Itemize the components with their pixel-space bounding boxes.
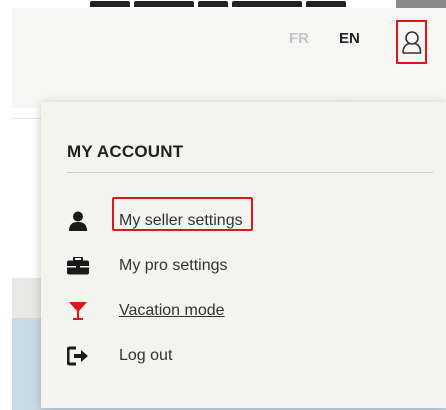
dropdown-title: MY ACCOUNT (67, 142, 184, 161)
menu-item-vacation-mode[interactable]: Vacation mode (41, 296, 421, 326)
cocktail-icon (67, 300, 89, 322)
page-left-edge (0, 0, 12, 410)
language-fr[interactable]: FR (289, 30, 309, 47)
top-strip (0, 0, 446, 8)
dropdown-caret (334, 92, 354, 102)
briefcase-icon (67, 255, 89, 277)
header-bar (12, 8, 446, 108)
menu-item-label: Log out (119, 347, 173, 364)
user-icon (401, 31, 421, 54)
clipped-header-text (90, 0, 380, 7)
dropdown-divider (67, 172, 433, 173)
logout-icon (67, 345, 89, 367)
menu-item-log-out[interactable]: Log out (41, 341, 421, 371)
account-dropdown: MY ACCOUNT My seller settings My pro set… (41, 102, 446, 408)
highlight-box (112, 197, 253, 231)
menu-item-label: My pro settings (119, 257, 228, 274)
menu-item-label: Vacation mode (119, 302, 225, 319)
user-icon (67, 210, 89, 232)
language-en[interactable]: EN (339, 30, 360, 47)
menu-item-pro-settings[interactable]: My pro settings (41, 251, 421, 281)
account-button[interactable] (396, 20, 427, 64)
